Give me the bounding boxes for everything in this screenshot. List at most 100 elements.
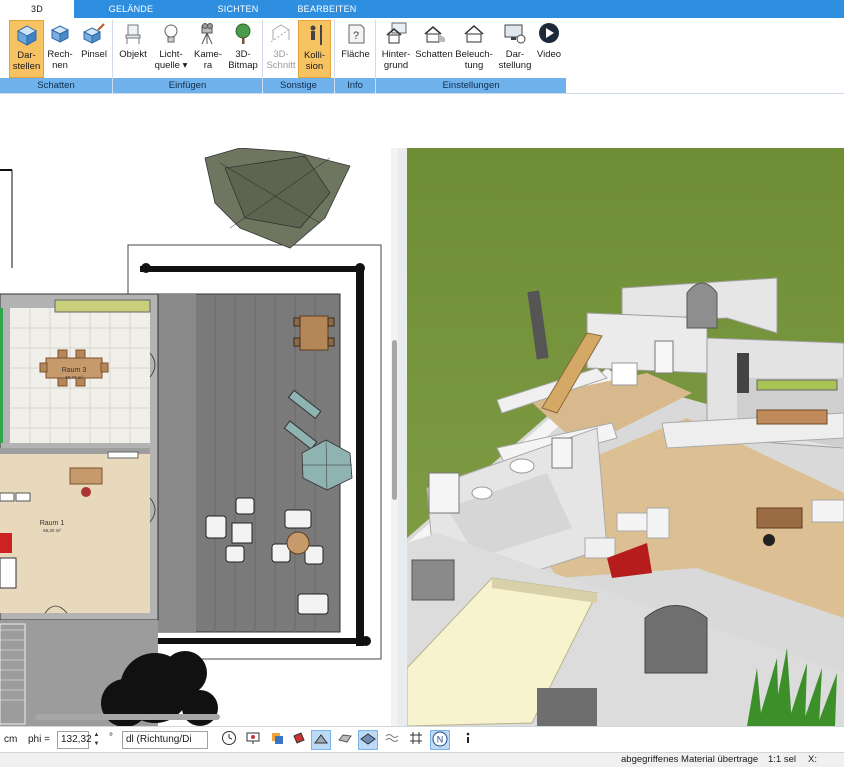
plan-vertical-scroll-thumb[interactable]: [392, 340, 397, 500]
cube-calc-icon: [50, 25, 70, 43]
more-options-icon[interactable]: [458, 730, 478, 750]
tree-bitmap-icon: [235, 23, 251, 44]
bitmap-3d-label-2: Bitmap: [228, 60, 258, 71]
floor-plan-canvas[interactable]: Raum 3 40,47 m² Raum 1 66,20 m²: [0, 148, 398, 726]
room-1-label: Raum 1: [40, 520, 65, 527]
3d-view-canvas[interactable]: [407, 148, 844, 726]
rechnen-button[interactable]: Rech- nen: [45, 20, 75, 78]
kamera-label-1: Kame-: [194, 49, 222, 60]
kollision-button[interactable]: Kolli- sion: [298, 20, 331, 78]
lichtquelle-button[interactable]: Licht- quelle ▾: [152, 20, 190, 78]
objekt-button[interactable]: Objekt: [116, 20, 150, 78]
kollision-label-1: Kolli-: [303, 50, 326, 61]
lichtquelle-label-2[interactable]: quelle ▾: [152, 60, 190, 71]
surface-mode-icon[interactable]: [358, 730, 378, 750]
status-scale: 1:1 sel: [768, 754, 796, 765]
darstellen-label-2: stellen: [12, 61, 41, 72]
collision-person-icon: [310, 25, 322, 45]
view-mode-icon[interactable]: [311, 730, 331, 750]
kamera-label-2: ra: [203, 60, 213, 71]
tab-bearbeiten[interactable]: BEARBEITEN: [292, 0, 362, 18]
pinsel-label: Pinsel: [81, 49, 107, 60]
objekt-label: Objekt: [119, 49, 147, 60]
wave-icon[interactable]: [382, 730, 402, 750]
darstellung-button[interactable]: Dar- stellung: [495, 20, 535, 78]
group-label-schatten: Schatten: [0, 78, 112, 93]
group-label-info: Info: [335, 78, 375, 93]
hintergrund-label-2: grund: [383, 60, 409, 71]
house-lighting-icon: [464, 24, 484, 43]
office-chair: [81, 487, 91, 497]
view-splitter[interactable]: [398, 148, 407, 726]
kollision-label-2: sion: [305, 61, 324, 72]
house-background-icon: [386, 22, 407, 44]
schatten-button[interactable]: Schatten: [414, 20, 454, 78]
room-3-label: Raum 3: [62, 367, 87, 374]
round-table: [286, 531, 310, 555]
beleuchtung-button[interactable]: Beleuch- tung: [454, 20, 494, 78]
kamera-button[interactable]: Kame- ra: [191, 20, 225, 78]
degree-label: °: [109, 732, 113, 743]
schatten-label: Schatten: [415, 49, 453, 60]
paint-cube-icon: [82, 23, 105, 44]
bitmap-3d-button[interactable]: 3D- Bitmap: [226, 20, 260, 78]
screen-presentation-icon[interactable]: [243, 730, 263, 750]
north-compass-icon[interactable]: N: [430, 730, 450, 750]
schnitt-3d-button[interactable]: 3D- Schnitt: [265, 20, 297, 78]
video-button[interactable]: Video: [535, 20, 563, 78]
phi-input[interactable]: 132,32: [57, 731, 92, 749]
unit-label: cm: [4, 734, 18, 745]
beleuchtung-label-2: tung: [464, 60, 484, 71]
app-window: { "ribbon": { "tabs": [ {"label": "3D", …: [0, 0, 844, 767]
paint-bucket-icon[interactable]: [289, 730, 309, 750]
camera-icon: [201, 23, 213, 45]
room-1-area: 66,20 m²: [43, 528, 61, 533]
group-label-sonstige: Sonstige: [263, 78, 334, 93]
bitmap-3d-label-1: 3D-: [235, 49, 251, 60]
floor-plan-drawing: Raum 3 40,47 m² Raum 1 66,20 m²: [0, 148, 382, 726]
darstellung-label-2: stellung: [498, 60, 532, 71]
tree-top-icon: [204, 148, 351, 249]
flaeche-button[interactable]: ? Fläche: [338, 20, 373, 78]
status-bar: abgegriffenes Material übertrage 1:1 sel…: [0, 752, 844, 767]
grid-icon[interactable]: [406, 730, 426, 750]
hintergrund-button[interactable]: Hinter- grund: [378, 20, 414, 78]
schnitt-3d-label-2: Schnitt: [266, 60, 296, 71]
lichtquelle-label-1: Licht-: [159, 49, 183, 60]
bottom-toolbar: cm phi = 132,32 ▲ ▼ ° dl (Richtung/Di N: [0, 726, 844, 752]
red-sofa: [0, 533, 12, 553]
area-info-icon: ?: [348, 24, 364, 44]
3d-desk: [756, 507, 803, 529]
hintergrund-label-1: Hinter-: [381, 49, 411, 60]
rechnen-label-1: Rech-: [47, 49, 73, 60]
group-label-einfuegen: Einfügen: [113, 78, 262, 93]
desk: [69, 467, 103, 485]
schnitt-3d-label-1: 3D-: [273, 49, 289, 60]
texture-icon[interactable]: [335, 730, 355, 750]
darstellen-label-1: Dar-: [17, 50, 36, 61]
rechnen-label-2: nen: [52, 60, 68, 71]
phi-spinner[interactable]: ▲ ▼: [92, 731, 101, 749]
flaeche-label: Fläche: [341, 49, 370, 60]
tv-unit: [0, 557, 17, 589]
video-play-icon: [539, 23, 559, 43]
clock-icon[interactable]: [219, 730, 239, 750]
3d-house-render: [407, 148, 844, 726]
cube-render-icon: [16, 25, 37, 46]
dl-direction-select[interactable]: dl (Richtung/Di: [122, 731, 208, 749]
3d-toilet: [509, 458, 535, 474]
beleuchtung-label-1: Beleuch-: [455, 49, 493, 60]
chair-icon: [125, 24, 141, 44]
tab-3d[interactable]: 3D: [0, 0, 74, 18]
tab-gelaende[interactable]: GELÄNDE: [96, 0, 166, 18]
layers-color-icon[interactable]: [267, 730, 287, 750]
3d-window: [411, 559, 455, 601]
3d-arched-door: [686, 282, 718, 329]
display-settings-icon: [504, 24, 526, 44]
plan-horizontal-scroll-thumb[interactable]: [35, 714, 220, 720]
phi-label: phi =: [28, 734, 50, 745]
3d-front-door: [644, 605, 708, 674]
tab-sichten[interactable]: SICHTEN: [205, 0, 271, 18]
pinsel-button[interactable]: Pinsel: [78, 20, 110, 78]
darstellen-button[interactable]: Dar- stellen: [9, 20, 44, 78]
